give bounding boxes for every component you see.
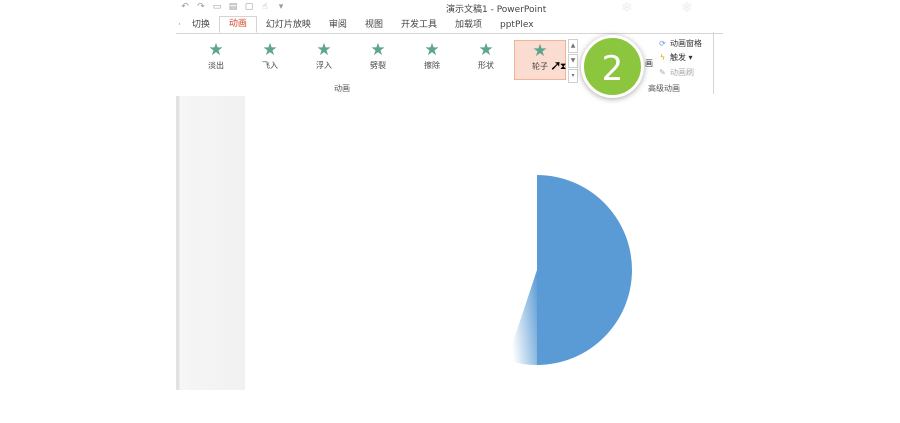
animation-label: 擦除 [424, 61, 440, 70]
animation-float-in-button[interactable]: ★ 浮入 [299, 40, 349, 78]
touch-mode-icon[interactable]: ☝ [260, 2, 270, 12]
tab-review[interactable]: 审阅 [320, 18, 356, 33]
pie-wedge-solid [537, 175, 632, 365]
gallery-up-icon[interactable]: ▲ [568, 39, 578, 53]
animation-painter-button[interactable]: ✎ 动画刷 [658, 67, 694, 78]
lightning-icon: ϟ [659, 53, 666, 62]
tab-slideshow[interactable]: 幻灯片放映 [257, 18, 320, 33]
tab-animations[interactable]: 动画 [218, 16, 257, 33]
star-icon: ★ [478, 40, 494, 60]
title-bar: ↶ ↷ ▭ ▤ ▢ ☝ ▾ 演示文稿1 - PowerPoint ❄ ❄ [176, 0, 723, 16]
star-icon: ★ [208, 40, 224, 60]
ribbon-right-edge [713, 32, 724, 94]
animation-shape-button[interactable]: ★ 形状 [461, 40, 511, 78]
animation-group-label: 动画 [334, 84, 350, 93]
animation-wipe-button[interactable]: ★ 擦除 [407, 40, 457, 78]
advanced-animation-group-label: 高级动画 [648, 84, 680, 93]
slide-canvas[interactable] [245, 96, 723, 390]
hourglass-icon: ⧗ [560, 62, 567, 72]
animation-label: 形状 [478, 61, 494, 70]
snowflake-decoration-icon: ❄ [681, 0, 693, 16]
animation-fade-button[interactable]: ★ 淡出 [191, 40, 241, 78]
animation-pane-icon: ⟳ [659, 39, 666, 48]
tab-view[interactable]: 视图 [356, 18, 392, 33]
pie-wedge-faded [507, 270, 537, 365]
tab-pptplex[interactable]: pptPlex [491, 18, 543, 33]
gallery-scroll: ▲ ▼ ▾ [568, 39, 578, 83]
star-icon: ★ [424, 40, 440, 60]
save-icon[interactable]: ▭ [212, 2, 222, 12]
star-icon: ★ [262, 40, 278, 60]
animation-pane-label: 动画窗格 [670, 39, 702, 48]
animation-painter-label: 动画刷 [670, 68, 694, 77]
trigger-button[interactable]: ϟ 触发 ▾ [658, 52, 693, 63]
animation-split-button[interactable]: ★ 劈裂 [353, 40, 403, 78]
customize-qat-icon[interactable]: ▾ [276, 2, 286, 12]
print-icon[interactable]: ▤ [228, 2, 238, 12]
star-icon: ★ [316, 40, 332, 60]
animation-label: 淡出 [208, 61, 224, 70]
star-icon: ★ [370, 40, 386, 60]
gallery-down-icon[interactable]: ▼ [568, 54, 578, 68]
trigger-label: 触发 ▾ [670, 53, 693, 62]
step-number-badge: 2 [581, 35, 644, 98]
animation-fly-in-button[interactable]: ★ 飞入 [245, 40, 295, 78]
tab-developer[interactable]: 开发工具 [392, 18, 446, 33]
tab-transitions[interactable]: 切换 [183, 18, 219, 33]
redo-icon[interactable]: ↷ [196, 2, 206, 12]
tab-addins[interactable]: 加载项 [446, 18, 491, 33]
window-title: 演示文稿1 - PowerPoint [446, 5, 547, 15]
tab-separator: · [178, 20, 181, 30]
snowflake-decoration-icon: ❄ [621, 0, 633, 16]
gallery-more-icon[interactable]: ▾ [568, 69, 578, 83]
slide-thumbnail-pane[interactable] [176, 96, 245, 390]
wheel-shape[interactable] [245, 96, 723, 390]
add-animation-partial-label: 画 [645, 59, 653, 68]
brush-icon: ✎ [659, 68, 666, 77]
preview-icon[interactable]: ▢ [244, 2, 254, 12]
animation-label: 浮入 [316, 61, 332, 70]
animation-label: 飞入 [262, 61, 278, 70]
animation-label: 劈裂 [370, 61, 386, 70]
ribbon-tabs: · 切换 动画 幻灯片放映 审阅 视图 开发工具 加载项 pptPlex [176, 16, 723, 33]
quick-access-toolbar: ↶ ↷ ▭ ▤ ▢ ☝ ▾ [180, 2, 286, 12]
undo-icon[interactable]: ↶ [180, 2, 190, 12]
animation-pane-button[interactable]: ⟳ 动画窗格 [658, 38, 702, 49]
